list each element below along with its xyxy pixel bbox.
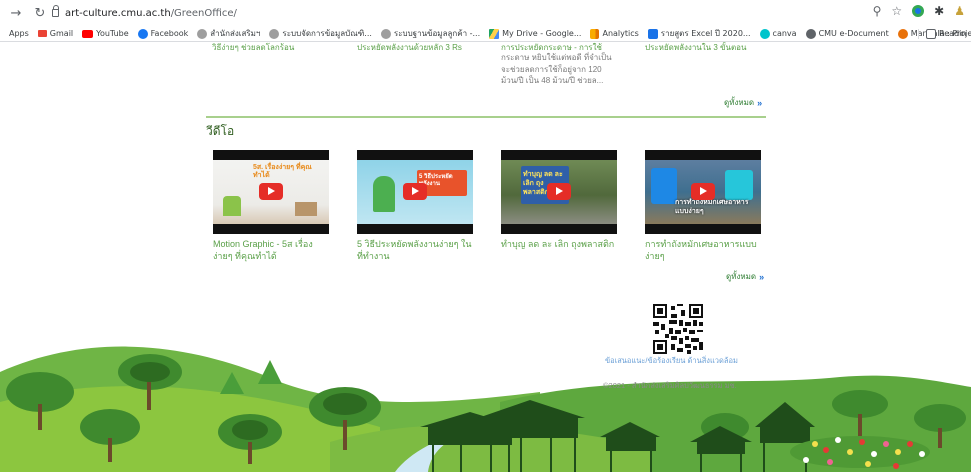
- bookmark-customer-db[interactable]: ระบบฐานข้อมูลลูกค้า -...: [380, 27, 481, 40]
- video-card[interactable]: การทำถังหมักเศษอาหารแบบง่ายๆ การทำถังหมั…: [645, 150, 761, 262]
- prev-article-title-4[interactable]: ประหยัดพลังงานใน 3 ขั้นตอน: [645, 42, 763, 53]
- double-chevron-right-icon: »: [759, 271, 765, 282]
- play-button-icon[interactable]: [691, 183, 715, 200]
- globe-icon: [197, 28, 208, 39]
- character-icon: [373, 176, 395, 212]
- video-thumbnail[interactable]: ทำบุญ ลด ละ เลิก ถุงพลาสติก: [501, 150, 617, 234]
- prev-article-title-1[interactable]: วิธีง่ายๆ ช่วยลดโลกร้อน: [212, 42, 332, 53]
- forward-arrow-icon[interactable]: →: [8, 5, 24, 21]
- bookmark-label: My Drive - Google...: [502, 29, 582, 38]
- reading-list[interactable]: Readin: [926, 28, 967, 39]
- feedback-link[interactable]: ข้อเสนอแนะ/ข้อร้องเรียน ด้านสิ่งแวดล้อม: [605, 355, 738, 367]
- footer-landscape-illustration: [0, 346, 971, 472]
- section-divider: [206, 116, 766, 118]
- bookmark-label: CMU e-Document: [818, 29, 889, 38]
- bookmark-label: สำนักส่งเสริมฯ: [210, 29, 261, 38]
- star-icon[interactable]: ☆: [891, 4, 902, 18]
- copyright-text: ©2021 - สำนักส่งเสริมศิลปวัฒนธรรม มช.: [603, 381, 737, 390]
- bookmark-label: Gmail: [49, 29, 74, 38]
- globe-icon: [269, 28, 280, 39]
- browser-address-row: → ↻ art-culture.cmu.ac.th/GreenOffice/ ⚲…: [0, 0, 971, 26]
- video-thumbnail[interactable]: 5 วิธีประหยัดพลังงาน: [357, 150, 473, 234]
- bookmark-facebook[interactable]: Facebook: [137, 28, 189, 39]
- bookmark-analytics[interactable]: Analytics: [590, 28, 639, 39]
- plant-icon: [223, 196, 241, 216]
- thumbnail-caption: 5ส. เรื่องง่ายๆ ที่คุณทำได้: [253, 164, 312, 179]
- reload-icon[interactable]: ↻: [32, 5, 48, 21]
- videos-section-title: วีดีโอ: [206, 124, 235, 138]
- page-content: วิธีง่ายๆ ช่วยลดโลกร้อน ประหยัดพลังงานด้…: [0, 42, 971, 472]
- bookmark-label: รายสูตร Excel ปี 2020...: [660, 29, 751, 38]
- bucket-icon: [651, 168, 677, 204]
- gmail-icon: [37, 30, 47, 37]
- mandala-icon: [897, 28, 908, 39]
- canva-icon: [759, 28, 770, 39]
- url-path: /GreenOffice/: [170, 7, 237, 19]
- desk-icon: [295, 202, 317, 216]
- video-title[interactable]: ทำบุญ ลด ละ เลิก ถุงพลาสติก: [501, 239, 617, 251]
- facebook-icon: [137, 28, 148, 39]
- bookmark-label: Analytics: [602, 29, 639, 38]
- video-card[interactable]: 5 วิธีประหยัดพลังงาน 5 วิธีประหยัดพลังงา…: [357, 150, 473, 262]
- bookmark-label: ระบบฐานข้อมูลลูกค้า -...: [393, 29, 481, 38]
- bookmark-canva[interactable]: canva: [759, 28, 797, 39]
- google-drive-icon: [489, 28, 500, 39]
- url-bar[interactable]: art-culture.cmu.ac.th/GreenOffice/: [52, 3, 852, 23]
- globe-icon: [380, 28, 391, 39]
- globe-icon: [805, 28, 816, 39]
- bookmark-youtube[interactable]: YouTube: [82, 29, 129, 38]
- extension-icon[interactable]: [912, 5, 925, 17]
- reading-list-icon: [926, 28, 936, 39]
- bookmarks-separator: [918, 29, 919, 39]
- bookmark-label: ระบบจัดการข้อมูลบัณฑิ...: [282, 29, 372, 38]
- play-button-icon[interactable]: [259, 183, 283, 200]
- see-all-label: ดูทั้งหมด: [724, 98, 755, 107]
- reading-list-label: Readin: [939, 29, 967, 38]
- prev-article-title-2[interactable]: ประหยัดพลังงานด้วยหลัก 3 Rs: [357, 42, 475, 53]
- video-title[interactable]: การทำถังหมักเศษอาหารแบบง่ายๆ: [645, 239, 761, 262]
- toolbar-right-icons: ⚲ ☆ ✱ ♟: [873, 4, 965, 18]
- profile-icon[interactable]: ♟: [954, 4, 965, 18]
- qr-code-image[interactable]: [653, 304, 703, 354]
- prev-article-desc-3: กระดาษ หยิบใช้แต่พอดี ที่จำเป็น จะช่วยลด…: [501, 53, 612, 85]
- analytics-icon: [590, 28, 600, 39]
- play-button-icon[interactable]: [547, 183, 571, 200]
- see-all-articles-link[interactable]: ดูทั้งหมด »: [724, 96, 762, 109]
- youtube-icon: [82, 29, 94, 38]
- bookmark-apps[interactable]: Apps: [9, 29, 29, 38]
- thumbnail-caption: การทำถังหมักเศษอาหารแบบง่ายๆ: [675, 199, 749, 215]
- bookmark-excel-formulas[interactable]: รายสูตร Excel ปี 2020...: [647, 27, 751, 40]
- video-title[interactable]: Motion Graphic - 5ส เรื่องง่ายๆ ที่คุณทำ…: [213, 239, 329, 262]
- bookmark-label: canva: [772, 29, 797, 38]
- bookmark-google-drive[interactable]: My Drive - Google...: [489, 28, 582, 39]
- bookmarks-bar: Apps Gmail YouTube Facebook สำนักส่งเสริ…: [0, 26, 971, 42]
- puzzle-icon[interactable]: ✱: [934, 4, 944, 18]
- bookmark-art-office[interactable]: สำนักส่งเสริมฯ: [197, 27, 260, 40]
- bookmark-gmail[interactable]: Gmail: [37, 29, 74, 38]
- video-card[interactable]: ทำบุญ ลด ละ เลิก ถุงพลาสติก ทำบุญ ลด ละ …: [501, 150, 617, 251]
- bookmark-cmu-edocument[interactable]: CMU e-Document: [805, 28, 889, 39]
- video-card[interactable]: 5ส. เรื่องง่ายๆ ที่คุณทำได้ Motion Graph…: [213, 150, 329, 262]
- video-thumbnail[interactable]: 5ส. เรื่องง่ายๆ ที่คุณทำได้: [213, 150, 329, 234]
- video-thumbnail[interactable]: การทำถังหมักเศษอาหารแบบง่ายๆ: [645, 150, 761, 234]
- see-all-label: ดูทั้งหมด: [726, 272, 757, 281]
- url-host: art-culture.cmu.ac.th: [65, 7, 171, 19]
- video-title[interactable]: 5 วิธีประหยัดพลังงานง่ายๆ ในที่ทำงาน: [357, 239, 473, 262]
- bookmark-label: YouTube: [96, 29, 129, 38]
- bookmark-label: Facebook: [150, 29, 189, 38]
- basket-icon: [725, 170, 753, 200]
- bookmark-label: Apps: [9, 29, 29, 38]
- zoom-icon[interactable]: ⚲: [873, 4, 882, 18]
- bookmark-graduate-system[interactable]: ระบบจัดการข้อมูลบัณฑิ...: [269, 27, 372, 40]
- double-chevron-right-icon: »: [757, 97, 763, 108]
- lock-icon: [52, 5, 59, 17]
- see-all-videos-link[interactable]: ดูทั้งหมด »: [726, 270, 764, 283]
- grid-icon: [647, 28, 658, 39]
- play-button-icon[interactable]: [403, 183, 427, 200]
